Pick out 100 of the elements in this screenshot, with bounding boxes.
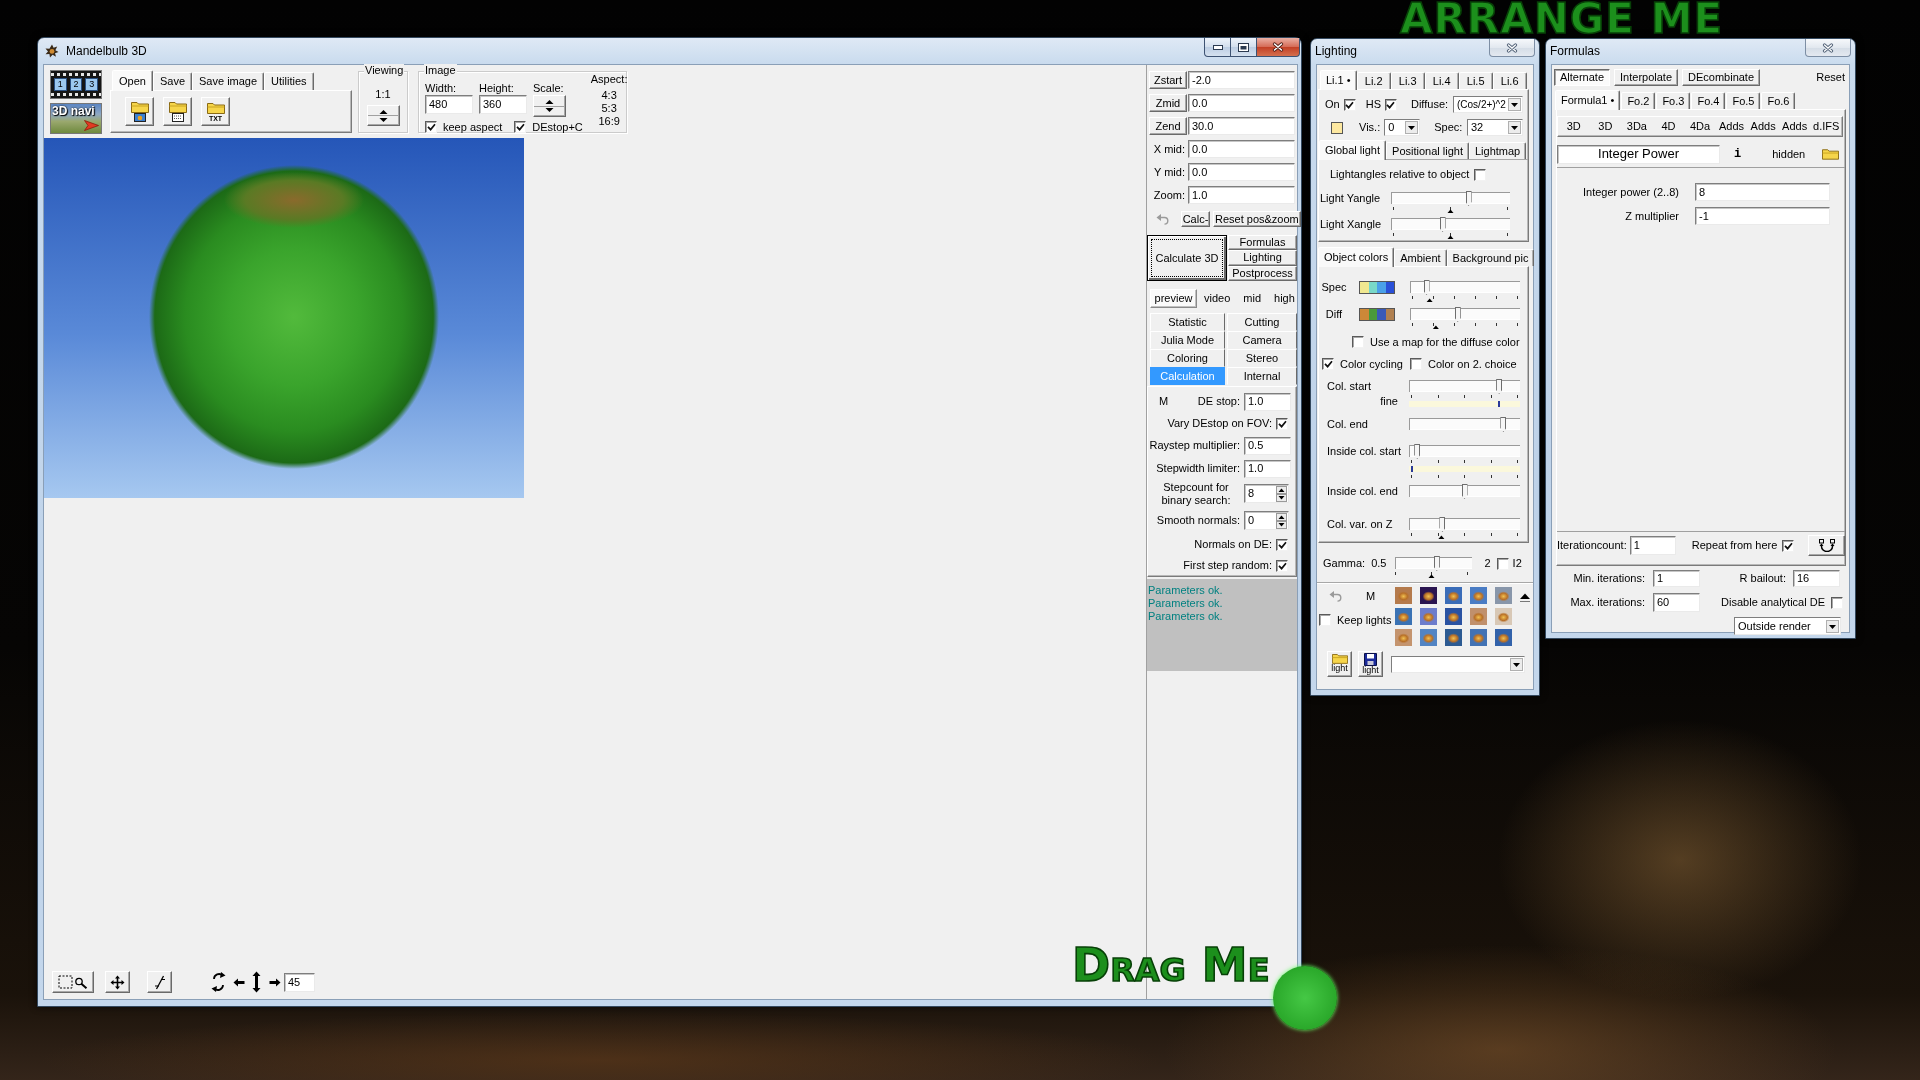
color-tab[interactable]: Ambient [1394, 249, 1447, 266]
preset-thumbnail[interactable] [1395, 629, 1412, 646]
slider-thumb[interactable] [1439, 517, 1446, 532]
specular-dropdown[interactable]: 32 [1467, 119, 1523, 136]
fine-slider-track[interactable] [1409, 466, 1520, 472]
info-button[interactable]: i [1734, 147, 1742, 161]
checkbox[interactable] [1343, 98, 1356, 111]
preset-thumbnail[interactable] [1420, 587, 1437, 604]
slider-track[interactable] [1391, 191, 1510, 206]
section-tab[interactable]: Cutting [1227, 313, 1297, 331]
slider-track[interactable] [1410, 307, 1520, 322]
text-field[interactable]: -1 [1695, 207, 1830, 225]
film-strip-button[interactable]: 1 2 3 [50, 70, 102, 99]
checkbox[interactable] [1496, 557, 1509, 570]
slider-thumb[interactable] [1414, 444, 1421, 459]
checkbox[interactable] [1276, 417, 1288, 430]
category-tab[interactable]: 3Da [1621, 117, 1653, 136]
category-tab[interactable]: 4Da [1684, 117, 1716, 136]
axis-button[interactable]: Zstart [1149, 71, 1187, 89]
line-tool-button[interactable] [147, 971, 172, 993]
preset-thumbnail[interactable] [1470, 608, 1487, 625]
visibility-dropdown[interactable]: 0 [1384, 119, 1421, 136]
checkbox[interactable] [1276, 538, 1288, 551]
calc-minus-button[interactable]: Calc- [1181, 211, 1210, 227]
axis-button[interactable]: Zend [1149, 117, 1187, 135]
formula-tab[interactable]: Fo.6 [1761, 92, 1796, 109]
text-field[interactable]: 8 [1695, 183, 1830, 201]
category-tab[interactable]: 4D [1652, 117, 1685, 136]
checkbox[interactable] [1276, 559, 1288, 572]
preset-thumbnail[interactable] [1420, 608, 1437, 625]
light-tab[interactable]: Li.4 [1424, 72, 1459, 89]
open-parameters-button[interactable] [163, 97, 192, 126]
text-field[interactable]: 0.0 [1188, 163, 1295, 181]
formula-tab[interactable]: Fo.5 [1726, 92, 1761, 109]
color-tab[interactable]: Background pic [1446, 249, 1535, 266]
diffuse-dropdown[interactable]: (Cos/2+)^2 [1453, 96, 1523, 113]
light-tab[interactable]: Li.3 [1390, 72, 1425, 89]
rotate-arrows-icon[interactable] [211, 971, 226, 993]
checkbox[interactable] [425, 121, 437, 133]
minimize-button[interactable] [1204, 38, 1231, 57]
quality-tab[interactable]: preview [1150, 289, 1197, 308]
slider-track[interactable] [1391, 217, 1510, 232]
right-arrow-icon[interactable] [269, 977, 281, 987]
spin-field[interactable]: 8 [1244, 484, 1289, 503]
maximize-button[interactable] [1231, 38, 1257, 57]
open-light-button[interactable]: light [1327, 651, 1352, 677]
slider-track[interactable] [1409, 517, 1520, 532]
render-mode-dropdown[interactable]: Outside render [1734, 617, 1841, 635]
folder-icon[interactable] [1822, 148, 1839, 160]
iteration-count-field[interactable]: 1 [1629, 536, 1676, 555]
slider-thumb[interactable] [1454, 307, 1461, 322]
checkbox[interactable] [1319, 614, 1331, 626]
slider-track[interactable] [1409, 379, 1520, 394]
section-tab[interactable]: Stereo [1227, 349, 1297, 367]
preset-thumbnail[interactable] [1495, 608, 1512, 625]
rotation-step-field[interactable]: 45 [284, 972, 315, 992]
light-tab[interactable]: Li.2 [1356, 72, 1391, 89]
checkbox[interactable] [1831, 596, 1843, 609]
viewing-spin-button[interactable] [366, 105, 400, 126]
up-down-arrow-icon[interactable] [252, 971, 261, 993]
text-field[interactable]: 30.0 [1188, 117, 1295, 135]
preset-thumbnail[interactable] [1395, 587, 1412, 604]
file-tab[interactable]: Save [152, 72, 192, 90]
quality-tab[interactable]: video [1200, 289, 1235, 308]
mode-button[interactable]: Interpolate [1614, 69, 1678, 86]
panel-button[interactable]: Lighting [1228, 250, 1297, 266]
text-field[interactable]: 0.5 [1244, 436, 1291, 455]
reset-button[interactable]: Reset [1816, 71, 1845, 84]
section-tab[interactable]: Statistic [1150, 313, 1225, 331]
formula-tab[interactable]: Fo.2 [1621, 92, 1656, 109]
slider-thumb[interactable] [1465, 191, 1472, 206]
formula-tab[interactable]: Formula1 • [1555, 90, 1621, 110]
slider-thumb[interactable] [1500, 417, 1507, 432]
slider-thumb[interactable] [1461, 484, 1468, 499]
formula-tab[interactable]: Fo.3 [1656, 92, 1691, 109]
fine-slider-track[interactable] [1409, 401, 1520, 407]
section-tab[interactable]: Julia Mode [1150, 331, 1225, 349]
file-tab[interactable]: Utilities [264, 72, 314, 90]
fine-slider-thumb[interactable] [1411, 466, 1414, 472]
mode-button[interactable]: DEcombinate [1682, 69, 1761, 86]
close-button[interactable] [1489, 39, 1535, 57]
formula-tab[interactable]: Fo.4 [1691, 92, 1726, 109]
move-button[interactable] [105, 971, 130, 993]
open-image-button[interactable] [125, 97, 154, 126]
save-light-button[interactable]: light [1358, 651, 1383, 677]
slider-thumb[interactable] [1439, 217, 1446, 232]
axis-button[interactable]: Zmid [1149, 94, 1187, 112]
loop-button[interactable] [1808, 535, 1845, 556]
light-mode-tab[interactable]: Positional light [1386, 142, 1469, 159]
gradient-swatch[interactable] [1359, 308, 1395, 321]
color-tab[interactable]: Object colors [1318, 247, 1395, 267]
file-tab[interactable]: Save image [192, 72, 265, 90]
scale-spin-button[interactable] [533, 95, 566, 117]
checkbox[interactable] [1384, 98, 1397, 111]
text-field[interactable]: 16 [1793, 570, 1840, 587]
category-tab[interactable]: Adds [1778, 117, 1811, 136]
category-tab[interactable]: 3D [1589, 117, 1622, 136]
text-field[interactable]: 1.0 [1188, 186, 1295, 204]
height-field[interactable]: 360 [479, 95, 527, 114]
fine-slider-thumb[interactable] [1498, 401, 1501, 407]
